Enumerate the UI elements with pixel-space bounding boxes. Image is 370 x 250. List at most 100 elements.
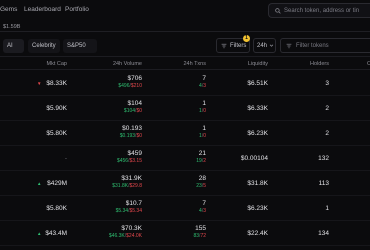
filters-label: Filters — [230, 42, 247, 49]
holders-cell: 132 — [318, 154, 329, 162]
liquidity-cell: $6.23K — [247, 204, 268, 212]
volume-sell: $3.15 — [129, 157, 142, 164]
interval-dropdown[interactable]: 24h — [253, 38, 276, 53]
header-holders[interactable]: Holders — [310, 61, 329, 67]
chevron-down-icon — [269, 44, 274, 47]
chip-celebrity[interactable]: Celebrity — [28, 39, 60, 53]
liquidity-cell: $6.23K — [247, 129, 268, 137]
mkt-cap-cell: $5.80K — [46, 204, 67, 212]
search-input[interactable]: Search token, address or tin — [268, 3, 370, 18]
table-row[interactable]: $5.80K $0.193 $0.193/$0 1 1/0 $6.23K 2 — [0, 121, 370, 146]
volume-total: $10.7 — [125, 199, 142, 207]
volume-cell: $459 $456/$3.15 — [72, 150, 142, 164]
txns-total: 28 — [198, 174, 206, 182]
txns-cell: 7 4/3 — [166, 200, 206, 214]
table-row[interactable]: - $459 $456/$3.15 21 19/2 $0.00104 132 — [0, 146, 370, 171]
txns-total: 21 — [198, 149, 206, 157]
volume-cell: $706 $496/$210 — [72, 75, 142, 89]
volume-total: $0.193 — [122, 124, 142, 132]
chip-ai-label: AI — [7, 43, 13, 49]
divider — [0, 31, 370, 32]
table-header: Mkt Cap 24h Volume 24h Txns Liquidity Ho… — [0, 56, 370, 70]
chip-sp50[interactable]: S&P50 — [63, 39, 97, 53]
table-row[interactable]: ▲ $429M $31.9K $31.8K/$29.8 28 23/5 $31.8K 113 — [0, 171, 370, 196]
mkt-cap-cell: $429M — [47, 179, 67, 187]
volume-buy: $496 — [118, 82, 130, 89]
volume-sell: $210 — [130, 82, 142, 89]
mkt-cap-cell: $43.4M — [45, 229, 67, 237]
txns-sells: 3 — [203, 82, 206, 89]
txns-cell: 155 83/72 — [166, 225, 206, 239]
volume-buy: $104 — [123, 107, 136, 114]
volume-total: $706 — [127, 74, 142, 82]
table-row[interactable]: $5.90K $104 $104/$0 1 1/0 $6.33K 2 — [0, 96, 370, 121]
top-nav: Gems Leaderboard Portfolio Search token,… — [0, 0, 370, 20]
holders-cell: 134 — [318, 229, 329, 237]
txns-total: 7 — [202, 199, 206, 207]
volume-buy: $31.8K — [112, 182, 129, 189]
volume-total: $459 — [127, 149, 142, 157]
table-row[interactable]: ▼ $8.33K $706 $496/$210 7 4/3 $6.51K 3 — [0, 71, 370, 96]
volume-total: $104 — [127, 99, 142, 107]
txns-sells: 3 — [203, 207, 206, 214]
chip-sp50-label: S&P50 — [67, 43, 86, 49]
chip-celebrity-label: Celebrity — [32, 43, 56, 49]
volume-cell: $31.9K $31.8K/$29.8 — [72, 175, 142, 189]
volume-total: $70.3K — [121, 224, 142, 232]
nav-link-gems[interactable]: Gems — [0, 6, 17, 13]
txns-sells: 5 — [203, 182, 206, 189]
search-icon — [275, 8, 281, 14]
header-mkt-cap[interactable]: Mkt Cap — [47, 61, 67, 67]
txns-sells: 2 — [203, 157, 206, 164]
volume-sell: $0 — [136, 107, 142, 114]
liquidity-cell: $0.00104 — [240, 154, 268, 162]
txns-total: 1 — [202, 124, 206, 132]
txns-total: 1 — [202, 99, 206, 107]
txns-cell: 7 4/3 — [166, 75, 206, 89]
filter-icon — [221, 43, 227, 48]
volume-cell: $10.7 $5.34/$5.34 — [72, 200, 142, 214]
volume-cell: $104 $104/$0 — [72, 100, 142, 114]
mkt-cap-cell: $5.80K — [46, 129, 67, 137]
filter-icon — [286, 43, 292, 48]
nav-link-portfolio[interactable]: Portfolio — [65, 6, 89, 13]
header-txns[interactable]: 24h Txns — [183, 61, 206, 67]
table-row[interactable]: ▲ $43.4M $70.3K $46.3K/$24.0K 155 83/72 $22.4K… — [0, 221, 370, 246]
txns-cell: 1 1/0 — [166, 100, 206, 114]
liquidity-cell: $22.4K — [247, 229, 268, 237]
liquidity-cell: $31.8K — [247, 179, 268, 187]
txns-sells: 72 — [200, 232, 206, 239]
header-liquidity[interactable]: Liquidity — [248, 61, 268, 67]
token-filter-placeholder: Filter tokens — [296, 42, 329, 49]
table-row[interactable]: $5.80K $10.7 $5.34/$5.34 7 4/3 $6.23K 1 — [0, 196, 370, 221]
volume-sell: $29.8 — [129, 182, 142, 189]
volume-buy: $5.34 — [115, 207, 129, 214]
liquidity-cell: $6.33K — [247, 104, 268, 112]
txns-cell: 1 1/0 — [166, 125, 206, 139]
volume-total: $31.9K — [121, 174, 142, 182]
volume-buy: $456 — [116, 157, 129, 164]
volume-buy: $0.193 — [119, 132, 136, 139]
chip-ai[interactable]: AI — [3, 39, 24, 53]
interval-value: 24h — [257, 42, 268, 49]
nav-link-leaderboard[interactable]: Leaderboard — [24, 6, 61, 13]
volume-cell: $70.3K $46.3K/$24.0K — [72, 225, 142, 239]
volume-sell: $0 — [136, 132, 142, 139]
mkt-cap-cell: - — [64, 154, 67, 162]
volume-buy: $46.3K — [108, 232, 125, 239]
liquidity-cell: $6.51K — [247, 79, 268, 87]
holders-cell: 3 — [325, 79, 329, 87]
volume-cell: $0.193 $0.193/$0 — [72, 125, 142, 139]
mkt-cap-cell: $8.33K — [46, 79, 67, 87]
price-readout: $1.59B — [3, 24, 21, 30]
holders-cell: 113 — [318, 179, 329, 187]
txns-sells: 0 — [203, 132, 206, 139]
holders-cell: 2 — [325, 104, 329, 112]
txns-total: 7 — [202, 74, 206, 82]
holders-cell: 2 — [325, 129, 329, 137]
volume-sell: $24.0K — [126, 232, 142, 239]
token-filter-input[interactable]: Filter tokens — [280, 38, 370, 53]
header-volume[interactable]: 24h Volume — [113, 61, 142, 67]
txns-cell: 28 23/5 — [166, 175, 206, 189]
mkt-cap-cell: $5.90K — [46, 104, 67, 112]
